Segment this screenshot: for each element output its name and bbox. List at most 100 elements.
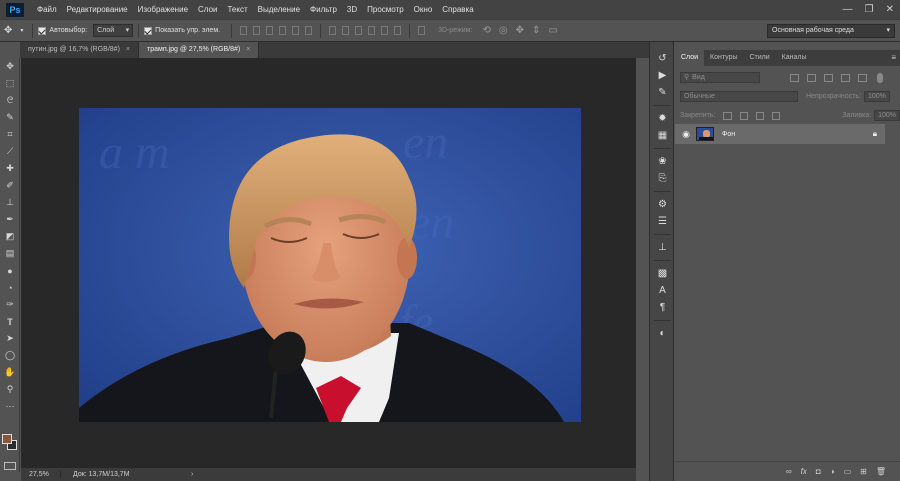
layer-thumbnail[interactable] — [696, 127, 714, 141]
lock-all-icon[interactable] — [772, 111, 781, 120]
distribute-right-icon[interactable] — [394, 26, 402, 35]
document-image[interactable]: a m . en en fe — [79, 108, 581, 422]
menu-text[interactable]: Текст — [222, 0, 252, 19]
trash-icon[interactable]: 🗑︎ — [876, 467, 886, 476]
menu-view[interactable]: Просмотр — [362, 0, 409, 19]
dodge-tool-icon[interactable]: ◔ — [0, 279, 20, 296]
color-icon[interactable]: ❀ — [650, 153, 675, 170]
blend-mode-select[interactable]: Обычные — [680, 91, 798, 102]
properties-icon[interactable]: ⚙ — [650, 196, 675, 213]
align-vcenter-icon[interactable] — [253, 26, 261, 35]
move-tool-icon[interactable]: ✥ — [4, 25, 12, 36]
menu-3d[interactable]: 3D — [342, 0, 362, 19]
workspace-select[interactable]: Основная рабочая среда ▾ — [767, 24, 895, 38]
menu-window[interactable]: Окно — [409, 0, 438, 19]
history-icon[interactable]: ↺ — [650, 50, 675, 67]
move-tool-icon[interactable]: ✥ — [0, 58, 20, 75]
adjustment-layer-icon[interactable]: ◑ — [830, 467, 835, 476]
stamp-tool-icon[interactable]: ⊥ — [0, 194, 20, 211]
channels-mixer-icon[interactable]: ☰ — [650, 213, 675, 230]
pen-tool-icon[interactable]: ✑ — [0, 296, 20, 313]
quick-select-tool-icon[interactable]: ✎ — [0, 109, 20, 126]
gradient-tool-icon[interactable]: ▤ — [0, 245, 20, 262]
close-icon[interactable]: × — [246, 46, 250, 53]
filter-text-icon[interactable] — [824, 73, 833, 82]
blur-tool-icon[interactable]: ● — [0, 262, 20, 279]
shape-tool-icon[interactable]: ◯ — [0, 347, 20, 364]
restore-button[interactable]: ❐ — [865, 4, 874, 15]
zoom-level[interactable]: 27,5% — [21, 471, 61, 478]
brush-tool-icon[interactable]: ✐ — [0, 177, 20, 194]
lasso-tool-icon[interactable]: ᘓ — [0, 92, 20, 109]
more-tools-icon[interactable]: ⋯ — [0, 398, 20, 415]
menu-file[interactable]: Файл — [32, 0, 62, 19]
eyedropper-tool-icon[interactable]: ⟋ — [0, 143, 20, 160]
layer-name[interactable]: Фон — [722, 131, 735, 138]
align-hcenter-icon[interactable] — [292, 26, 300, 35]
3d-roll-icon[interactable]: ◎ — [499, 25, 508, 36]
filter-pixel-icon[interactable] — [790, 73, 799, 82]
status-menu-arrow[interactable]: › — [191, 471, 193, 478]
auto-align-icon[interactable] — [418, 26, 426, 35]
distribute-vcenter-icon[interactable] — [342, 26, 350, 35]
fill-input[interactable]: 100% — [874, 110, 900, 121]
character-icon[interactable]: A — [650, 282, 675, 299]
swatches-icon[interactable]: ▦ — [650, 127, 675, 144]
tab-layers[interactable]: Слои — [675, 50, 705, 66]
menu-select[interactable]: Выделение — [253, 0, 305, 19]
panel-menu-icon[interactable]: ≡ — [891, 53, 896, 62]
tab-channels[interactable]: Каналы — [776, 50, 813, 66]
fx-icon[interactable]: fx — [801, 467, 807, 476]
healing-tool-icon[interactable]: ✚ — [0, 160, 20, 177]
3d-pan-icon[interactable]: ✥ — [516, 25, 524, 36]
layer-row[interactable]: ◉ Фон 🔒︎ — [675, 124, 885, 144]
brush-presets-icon[interactable]: ✎ — [650, 84, 675, 101]
link-layers-icon[interactable]: ∞ — [786, 467, 792, 476]
opacity-input[interactable]: 100% — [864, 91, 890, 102]
minimize-button[interactable]: — — [843, 4, 853, 15]
filter-shape-icon[interactable] — [841, 73, 850, 82]
history-brush-tool-icon[interactable]: ✒ — [0, 211, 20, 228]
menu-filter[interactable]: Фильтр — [305, 0, 342, 19]
tool-preset-chevron-icon[interactable]: ▾ — [20, 27, 23, 34]
menu-edit[interactable]: Редактирование — [62, 0, 133, 19]
menu-layers[interactable]: Слои — [193, 0, 222, 19]
text-tool-icon[interactable]: T — [0, 313, 20, 330]
path-select-tool-icon[interactable]: ➤ — [0, 330, 20, 347]
lock-position-icon[interactable] — [755, 111, 765, 120]
eraser-tool-icon[interactable]: ◩ — [0, 228, 20, 245]
distribute-left-icon[interactable] — [368, 26, 376, 35]
close-icon[interactable]: × — [126, 46, 130, 53]
distribute-hcenter-icon[interactable] — [381, 26, 389, 35]
new-group-icon[interactable]: ▭ — [844, 467, 852, 476]
new-layer-icon[interactable]: ⊞ — [860, 467, 867, 476]
lock-pixels-icon[interactable] — [739, 111, 748, 120]
foreground-color-swatch[interactable] — [2, 434, 12, 444]
align-top-icon[interactable] — [240, 26, 248, 35]
distribute-top-icon[interactable] — [329, 26, 337, 35]
tab-paths[interactable]: Контуры — [704, 50, 743, 66]
adjustments-icon[interactable]: ✹ — [650, 110, 675, 127]
grid-icon[interactable]: ▩ — [650, 265, 675, 282]
crop-tool-icon[interactable]: ⌗ — [0, 126, 20, 143]
autoselect-target-select[interactable]: Слой ▾ — [93, 24, 134, 37]
filter-toggle-icon[interactable] — [877, 72, 883, 83]
3d-rotate-icon[interactable]: ⟲ — [482, 25, 490, 36]
close-button[interactable]: ✕ — [886, 4, 894, 15]
zoom-tool-icon[interactable]: ⚲ — [0, 381, 20, 398]
filter-smart-object-icon[interactable] — [858, 73, 867, 82]
marquee-tool-icon[interactable]: ⬚ — [0, 75, 20, 92]
menu-help[interactable]: Справка — [437, 0, 478, 19]
lock-transparency-icon[interactable] — [723, 111, 732, 120]
add-mask-icon[interactable]: ◘ — [816, 467, 821, 476]
align-bottom-icon[interactable] — [266, 26, 274, 35]
menu-image[interactable]: Изображение — [133, 0, 193, 19]
autoselect-checkbox[interactable] — [38, 26, 47, 35]
tab-trump[interactable]: трамп.jpg @ 27,5% (RGB/8#) × — [139, 42, 260, 58]
align-left-icon[interactable] — [279, 26, 287, 35]
contrast-icon[interactable]: ◐ — [650, 325, 675, 342]
distribute-bottom-icon[interactable] — [355, 26, 363, 35]
3d-slide-icon[interactable]: ⇕ — [532, 25, 540, 36]
quick-mask-icon[interactable] — [4, 462, 16, 470]
tab-putin[interactable]: путин.jpg @ 16,7% (RGB/8#) × — [20, 42, 140, 58]
